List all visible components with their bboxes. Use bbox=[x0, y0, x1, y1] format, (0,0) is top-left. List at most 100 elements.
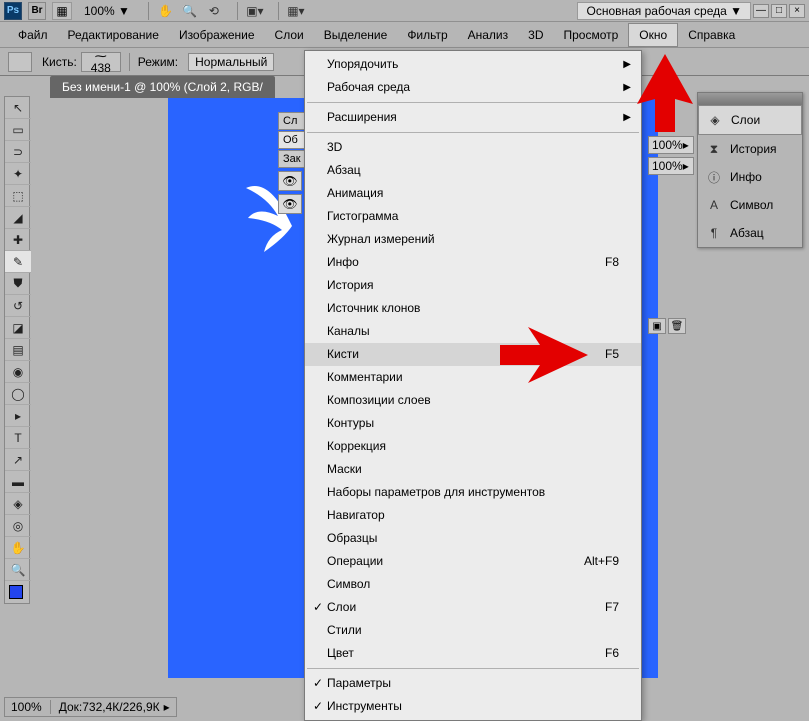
foreground-color[interactable] bbox=[9, 585, 23, 599]
fill-field[interactable]: 100%▸ bbox=[648, 157, 694, 175]
eraser-tool[interactable]: ◪ bbox=[5, 317, 31, 339]
menu-item[interactable]: Маски bbox=[305, 458, 641, 481]
menu-item[interactable]: 3D bbox=[305, 136, 641, 159]
wand-tool[interactable]: ✦ bbox=[5, 163, 31, 185]
menu-view[interactable]: Просмотр bbox=[553, 24, 628, 46]
dock-panel-button[interactable]: ⓘИнфо bbox=[698, 163, 802, 191]
menu-item[interactable]: КистиF5 bbox=[305, 343, 641, 366]
menu-item[interactable]: Гистограмма bbox=[305, 205, 641, 228]
zoom-level[interactable]: 100% ▼ bbox=[84, 4, 130, 18]
menu-file[interactable]: Файл bbox=[8, 24, 58, 46]
blur-tool[interactable]: ◉ bbox=[5, 361, 31, 383]
path-tool[interactable]: ↗ bbox=[5, 449, 31, 471]
menu-window[interactable]: Окно bbox=[628, 23, 678, 47]
opacity-field[interactable]: 100%▸ bbox=[648, 136, 694, 154]
dock-panel-button[interactable]: AСимвол bbox=[698, 191, 802, 219]
gradient-tool[interactable]: ▤ bbox=[5, 339, 31, 361]
annotation-arrow-icon bbox=[500, 325, 590, 385]
dock-panel-button[interactable]: ⧗История bbox=[698, 135, 802, 163]
menu-edit[interactable]: Редактирование bbox=[58, 24, 169, 46]
crop-tool[interactable]: ⬚ bbox=[5, 185, 31, 207]
layer-visibility-icon[interactable]: 👁 bbox=[278, 171, 302, 191]
menu-item[interactable]: ИнфоF8 bbox=[305, 251, 641, 274]
info-icon: ⓘ bbox=[706, 169, 722, 185]
menu-item[interactable]: Композиции слоев bbox=[305, 389, 641, 412]
menu-item[interactable]: Стили bbox=[305, 619, 641, 642]
hand-icon[interactable]: ✋ bbox=[157, 2, 175, 20]
status-arrow-icon[interactable]: ▸ bbox=[164, 700, 170, 714]
menu-item[interactable]: Абзац bbox=[305, 159, 641, 182]
menu-item[interactable]: Упорядочить▶ bbox=[305, 53, 641, 76]
menu-3d[interactable]: 3D bbox=[518, 24, 553, 46]
dock-panel-button[interactable]: ¶Абзац bbox=[698, 219, 802, 247]
close-button[interactable]: × bbox=[789, 4, 805, 18]
menu-item[interactable]: Журнал измерений bbox=[305, 228, 641, 251]
3d-camera-tool[interactable]: ◎ bbox=[5, 515, 31, 537]
type-tool[interactable]: T bbox=[5, 427, 31, 449]
menu-item[interactable]: ОперацииAlt+F9 bbox=[305, 550, 641, 573]
hand-tool[interactable]: ✋ bbox=[5, 537, 31, 559]
workspace-switcher[interactable]: Основная рабочая среда ▼ bbox=[577, 2, 751, 20]
maximize-button[interactable]: □ bbox=[771, 4, 787, 18]
move-tool[interactable]: ↖ bbox=[5, 97, 31, 119]
menu-item[interactable]: Символ bbox=[305, 573, 641, 596]
marquee-tool[interactable]: ▭ bbox=[5, 119, 31, 141]
menu-shortcut: F7 bbox=[605, 599, 619, 616]
menu-analysis[interactable]: Анализ bbox=[458, 24, 519, 46]
zoom-tool[interactable]: 🔍 bbox=[5, 559, 31, 581]
right-dock: ◈Слои⧗ИсторияⓘИнфоAСимвол¶Абзац bbox=[697, 92, 803, 248]
heal-tool[interactable]: ✚ bbox=[5, 229, 31, 251]
menu-help[interactable]: Справка bbox=[678, 24, 745, 46]
status-doc-label: Док: bbox=[59, 700, 83, 714]
dock-panel-button[interactable]: ◈Слои bbox=[698, 105, 802, 135]
dodge-tool[interactable]: ◯ bbox=[5, 383, 31, 405]
menu-select[interactable]: Выделение bbox=[314, 24, 398, 46]
menu-item[interactable]: Контуры bbox=[305, 412, 641, 435]
layer-visibility-icon[interactable]: 👁 bbox=[278, 194, 302, 214]
menu-item[interactable]: Расширения▶ bbox=[305, 106, 641, 129]
mode-label: Режим: bbox=[138, 55, 178, 69]
menu-item-label: Упорядочить bbox=[327, 56, 398, 73]
status-zoom[interactable]: 100% bbox=[11, 700, 42, 714]
new-layer-icon[interactable]: ▣ bbox=[648, 318, 666, 334]
menu-item[interactable]: ✓Инструменты bbox=[305, 695, 641, 718]
brush-tool[interactable]: ✎ bbox=[5, 251, 31, 273]
menu-item[interactable]: Навигатор bbox=[305, 504, 641, 527]
minimize-button[interactable]: — bbox=[753, 4, 769, 18]
tool-preset-icon[interactable] bbox=[8, 52, 32, 72]
eyedropper-tool[interactable]: ◢ bbox=[5, 207, 31, 229]
layout-button[interactable]: ▦ bbox=[52, 2, 72, 20]
trash-icon[interactable]: 🗑 bbox=[668, 318, 686, 334]
dock-header[interactable] bbox=[698, 93, 802, 105]
history-brush-tool[interactable]: ↺ bbox=[5, 295, 31, 317]
menu-image[interactable]: Изображение bbox=[169, 24, 265, 46]
menu-filter[interactable]: Фильтр bbox=[397, 24, 457, 46]
lasso-tool[interactable]: ⊃ bbox=[5, 141, 31, 163]
menu-item[interactable]: История bbox=[305, 274, 641, 297]
pen-tool[interactable]: ▸ bbox=[5, 405, 31, 427]
menu-item[interactable]: ✓Параметры bbox=[305, 672, 641, 695]
menu-item[interactable]: Каналы bbox=[305, 320, 641, 343]
3d-tool[interactable]: ◈ bbox=[5, 493, 31, 515]
zoom-icon[interactable]: 🔍 bbox=[181, 2, 199, 20]
blend-mode-dropdown[interactable]: Нормальный bbox=[188, 53, 274, 71]
rotate-icon[interactable]: ⟲ bbox=[205, 2, 223, 20]
menu-item[interactable]: Комментарии bbox=[305, 366, 641, 389]
menu-item[interactable]: Образцы bbox=[305, 527, 641, 550]
grid-icon[interactable]: ▦▾ bbox=[287, 2, 305, 20]
menu-layers[interactable]: Слои bbox=[265, 24, 314, 46]
shape-tool[interactable]: ▬ bbox=[5, 471, 31, 493]
bridge-icon[interactable]: Br bbox=[28, 2, 46, 20]
stamp-tool[interactable]: ⛊ bbox=[5, 273, 31, 295]
menu-item[interactable]: Наборы параметров для инструментов bbox=[305, 481, 641, 504]
menu-item[interactable]: Источник клонов bbox=[305, 297, 641, 320]
screen-mode-icon[interactable]: ▣▾ bbox=[246, 2, 264, 20]
menu-item[interactable]: Коррекция bbox=[305, 435, 641, 458]
document-tab[interactable]: Без имени-1 @ 100% (Слой 2, RGB/ bbox=[50, 76, 275, 98]
brush-size-picker[interactable]: ⁓438 bbox=[81, 52, 121, 72]
menu-item[interactable]: Анимация bbox=[305, 182, 641, 205]
menu-item-label: Источник клонов bbox=[327, 300, 420, 317]
menu-item[interactable]: ✓СлоиF7 bbox=[305, 596, 641, 619]
menu-item[interactable]: Рабочая среда▶ bbox=[305, 76, 641, 99]
menu-item[interactable]: ЦветF6 bbox=[305, 642, 641, 665]
